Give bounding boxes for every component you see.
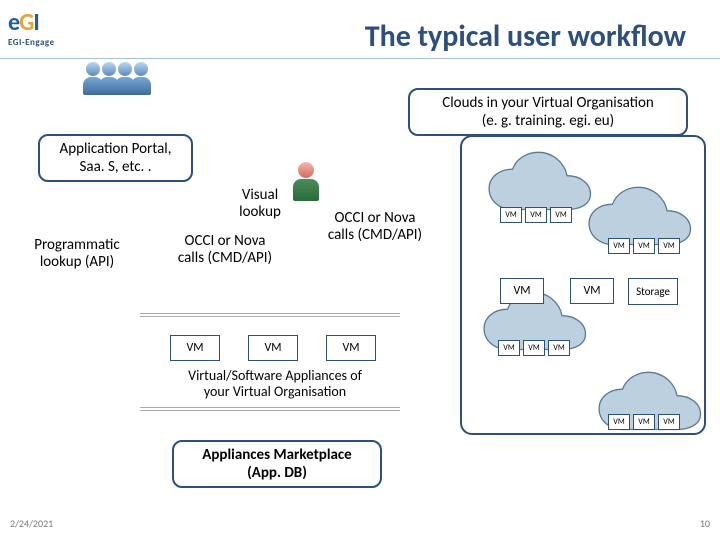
single-user-icon [292,162,314,201]
user-group-icon [82,62,146,95]
vm-box: VM [550,207,572,223]
vm-box: VM [326,335,376,361]
vm-box: VM [500,278,544,304]
divider-line [140,407,400,411]
appliances-caption: Virtual/Software Appliances ofyour Virtu… [155,368,395,400]
vm-box: VM [525,207,547,223]
vm-box: VM [523,340,545,356]
vm-box: VM [608,238,630,254]
occi-right-label: OCCI or Novacalls (CMD/API) [315,210,435,245]
vm-box: VM [608,414,630,430]
vm-box: VM [570,278,614,304]
slide-title: The typical user workflow [365,18,686,55]
visual-lookup-label: Visuallookup [225,187,295,222]
footer-page-number: 10 [700,517,710,530]
programmatic-lookup-label: Programmaticlookup (API) [22,237,132,272]
egi-logo: eGI EGI-Engage [8,8,55,48]
vm-box: VM [498,340,520,356]
vm-box: VM [500,207,522,223]
clouds-header-box: Clouds in your Virtual Organisation(e. g… [408,88,688,136]
occi-left-label: OCCI or Novacalls (CMD/API) [165,233,285,268]
vm-box: VM [633,414,655,430]
divider-line [140,313,400,317]
storage-box: Storage [628,278,678,305]
vm-box: VM [633,238,655,254]
vm-box: VM [548,340,570,356]
vm-box: VM [658,414,680,430]
vm-box: VM [170,335,220,361]
footer-date: 2/24/2021 [10,517,53,530]
vm-box: VM [658,238,680,254]
cloud-shape-icon [590,370,720,450]
vm-box: VM [248,335,298,361]
application-portal-box: Application Portal,Saa. S, etc. . [38,134,193,182]
title-underline [0,58,720,59]
marketplace-box: Appliances Marketplace(App. DB) [172,440,382,488]
